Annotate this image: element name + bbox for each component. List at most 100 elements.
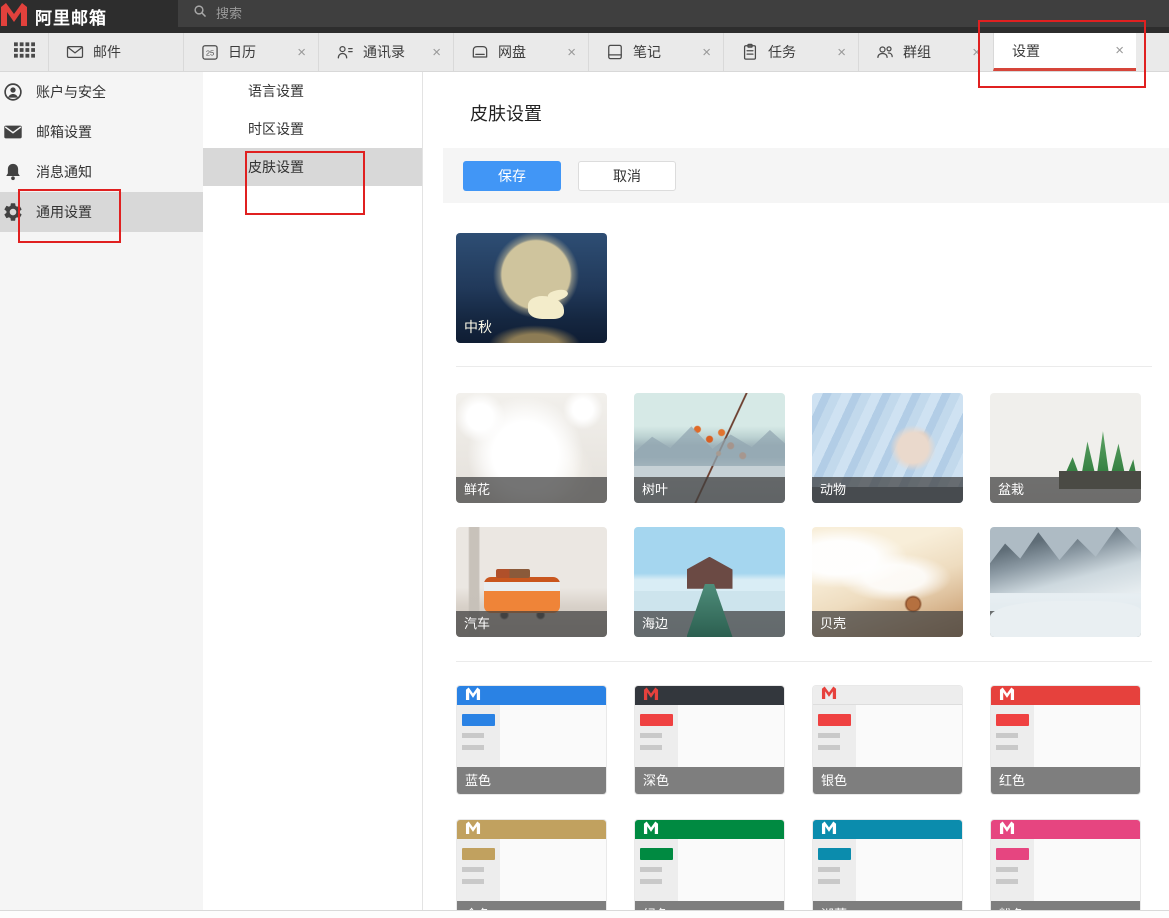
tab-settings[interactable]: 设置× xyxy=(993,33,1136,71)
tab-label: 群组 xyxy=(903,42,931,62)
close-icon[interactable]: × xyxy=(835,44,848,61)
alimail-logo-icon xyxy=(2,2,29,31)
skin-fense[interactable]: 粉色 xyxy=(990,819,1141,918)
skin-penzai[interactable]: 盆栽 xyxy=(990,393,1141,503)
search-icon xyxy=(192,3,208,24)
mini-accent-button xyxy=(996,714,1029,726)
tab-mail[interactable]: 邮件 xyxy=(48,33,183,71)
mini-text-line xyxy=(996,879,1018,884)
skin-bingchuan[interactable]: 冰川 xyxy=(990,527,1141,637)
subsidebar-item-language-settings[interactable]: 语言设置 xyxy=(203,72,422,110)
skin-lanse[interactable]: 蓝色 xyxy=(456,685,607,795)
close-icon[interactable]: × xyxy=(970,44,983,61)
mini-text-line xyxy=(818,867,840,872)
mini-text-line xyxy=(462,745,484,750)
section-divider xyxy=(456,366,1152,367)
close-icon[interactable]: × xyxy=(700,44,713,61)
mini-content xyxy=(856,705,962,769)
mini-text-line xyxy=(818,745,840,750)
account-icon xyxy=(2,81,24,103)
skin-shense[interactable]: 深色 xyxy=(634,685,785,795)
mini-body xyxy=(991,705,1140,769)
skin-jinse[interactable]: 金色 xyxy=(456,819,607,918)
skin-yinse[interactable]: 银色 xyxy=(812,685,963,795)
skin-xianhua[interactable]: 鲜花 xyxy=(456,393,607,503)
notes-icon xyxy=(605,42,625,62)
subsidebar-item-label: 时区设置 xyxy=(248,121,304,137)
tab-contacts[interactable]: 通讯录× xyxy=(318,33,453,71)
skin-beike[interactable]: 贝壳 xyxy=(812,527,963,637)
drive-icon xyxy=(470,42,490,62)
skin-label: 红色 xyxy=(991,767,1140,794)
tab-tasks[interactable]: 任务 × xyxy=(723,33,858,71)
mini-text-line xyxy=(818,733,840,738)
tab-label: 网盘 xyxy=(498,42,526,62)
close-icon[interactable]: × xyxy=(430,44,443,61)
apps-grid-button[interactable] xyxy=(0,33,48,71)
mini-content xyxy=(678,839,784,903)
tab-calendar[interactable]: 25日历× xyxy=(183,33,318,71)
skin-dongwu[interactable]: 动物 xyxy=(812,393,963,503)
mini-sidebar xyxy=(457,839,500,903)
subsidebar-item-timezone-settings[interactable]: 时区设置 xyxy=(203,110,422,148)
skin-shuye[interactable]: 树叶 xyxy=(634,393,785,503)
mini-text-line xyxy=(640,745,662,750)
skin-qiche[interactable]: 汽车 xyxy=(456,527,607,637)
close-icon[interactable]: × xyxy=(295,44,308,61)
search-input[interactable] xyxy=(216,6,516,21)
tab-notes[interactable]: 笔记 × xyxy=(588,33,723,71)
mini-body xyxy=(457,839,606,903)
svg-text:25: 25 xyxy=(206,48,214,57)
close-icon[interactable]: × xyxy=(565,44,578,61)
tab-drive[interactable]: 网盘 × xyxy=(453,33,588,71)
m-logo-icon xyxy=(643,821,659,839)
m-logo-icon xyxy=(465,821,481,839)
subsidebar-item-skin-settings[interactable]: 皮肤设置 xyxy=(203,148,422,186)
cancel-button[interactable]: 取消 xyxy=(578,161,676,191)
close-icon[interactable]: × xyxy=(1113,42,1126,59)
mini-header xyxy=(813,686,962,705)
tab-groups[interactable]: 群组 × xyxy=(858,33,993,71)
m-logo-icon xyxy=(643,687,659,705)
mini-accent-button xyxy=(640,848,673,860)
mini-sidebar xyxy=(635,839,678,903)
skin-hulan[interactable]: 湖蓝 xyxy=(812,819,963,918)
skin-label: 鲜花 xyxy=(456,477,607,503)
skin-haibian[interactable]: 海边 xyxy=(634,527,785,637)
tab-label: 笔记 xyxy=(633,42,661,62)
tab-label: 任务 xyxy=(768,42,796,62)
skin-hongse[interactable]: 红色 xyxy=(990,685,1141,795)
photo-skin-grid: 鲜花 树叶 动物盆栽汽车 海边贝壳冰川 xyxy=(456,393,1169,637)
mini-text-line xyxy=(996,733,1018,738)
mini-text-line xyxy=(462,879,484,884)
mini-text-line xyxy=(640,867,662,872)
mini-accent-button xyxy=(462,714,495,726)
sidebar-item-mail-settings[interactable]: 邮箱设置 xyxy=(0,112,203,152)
skin-lvse[interactable]: 绿色 xyxy=(634,819,785,918)
m-logo-icon xyxy=(999,687,1015,705)
sidebar-item-notifications[interactable]: 消息通知 xyxy=(0,152,203,192)
skin-label: 汽车 xyxy=(456,611,607,637)
mini-sidebar xyxy=(457,705,500,769)
tab-strip: 邮件25日历×通讯录×网盘×笔记×任务×群组×设置× xyxy=(48,33,1136,71)
bottom-strip xyxy=(0,910,1169,918)
mini-header xyxy=(991,686,1140,705)
mini-body xyxy=(813,705,962,769)
skin-label: 树叶 xyxy=(634,477,785,503)
sidebar-item-label: 账户与安全 xyxy=(36,82,106,102)
search-bar[interactable] xyxy=(178,0,1169,27)
m-logo-icon xyxy=(465,687,481,705)
subsidebar-item-label: 语言设置 xyxy=(248,83,304,99)
save-button[interactable]: 保存 xyxy=(463,161,561,191)
brand-title: 阿里邮箱 xyxy=(35,4,107,29)
skin-zhongqiu[interactable]: 中秋 xyxy=(456,233,607,343)
color-skin-grid: 蓝色 深色银色红色金色绿色湖蓝粉色 xyxy=(456,685,1169,918)
skin-label: 蓝色 xyxy=(457,767,606,794)
sidebar-item-account-security[interactable]: 账户与安全 xyxy=(0,72,203,112)
mini-accent-button xyxy=(996,848,1029,860)
bell-icon xyxy=(2,161,24,183)
sidebar-item-general-settings[interactable]: 通用设置 xyxy=(0,192,203,232)
mini-header xyxy=(991,820,1140,839)
mini-body xyxy=(635,705,784,769)
sidebar-item-label: 消息通知 xyxy=(36,162,92,182)
